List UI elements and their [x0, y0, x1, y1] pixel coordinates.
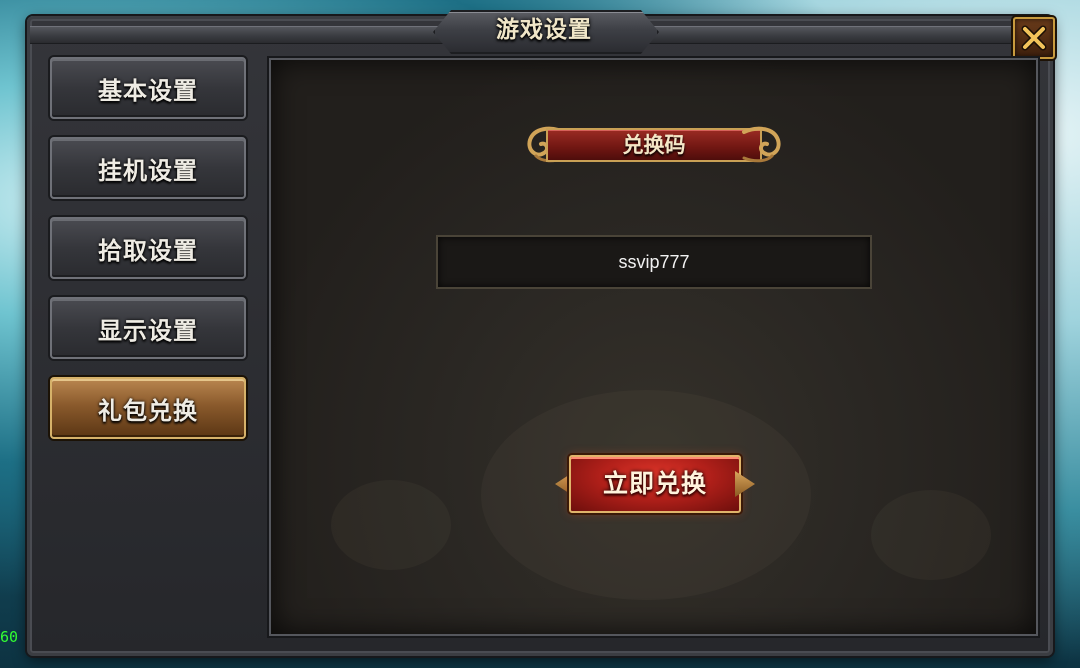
close-icon — [1021, 25, 1047, 51]
ornament-right-icon — [742, 126, 781, 163]
redeem-code-banner: 兑换码 — [524, 122, 784, 168]
button-ornament-right — [735, 471, 755, 497]
redeem-code-input[interactable] — [436, 235, 872, 289]
tab-label: 挂机设置 — [98, 156, 198, 185]
redeem-now-button[interactable]: 立即兑换 — [555, 455, 755, 513]
redeem-code-title: 兑换码 — [622, 133, 686, 157]
tab-label: 礼包兑换 — [98, 396, 198, 425]
title-bar: 游戏设置 — [30, 10, 1040, 54]
settings-sidebar: 基本设置 挂机设置 拾取设置 显示设置 礼包兑换 — [48, 54, 250, 639]
tab-pickup-settings[interactable]: 拾取设置 — [50, 217, 246, 279]
tab-label: 显示设置 — [98, 316, 198, 345]
background-artwork — [871, 490, 991, 580]
background-artwork — [331, 480, 451, 570]
tab-label: 基本设置 — [98, 76, 198, 105]
fps-counter: 60 — [0, 628, 19, 646]
tab-gift-redeem[interactable]: 礼包兑换 — [50, 377, 246, 439]
tab-label: 拾取设置 — [98, 236, 198, 265]
tab-auto-battle-settings[interactable]: 挂机设置 — [50, 137, 246, 199]
close-button[interactable] — [1013, 17, 1055, 59]
redeem-button-label: 立即兑换 — [602, 469, 707, 498]
content-panel: 兑换码 立即兑换 — [269, 58, 1038, 636]
tab-basic-settings[interactable]: 基本设置 — [50, 57, 246, 119]
window-title: 游戏设置 — [496, 17, 592, 43]
tab-display-settings[interactable]: 显示设置 — [50, 297, 246, 359]
